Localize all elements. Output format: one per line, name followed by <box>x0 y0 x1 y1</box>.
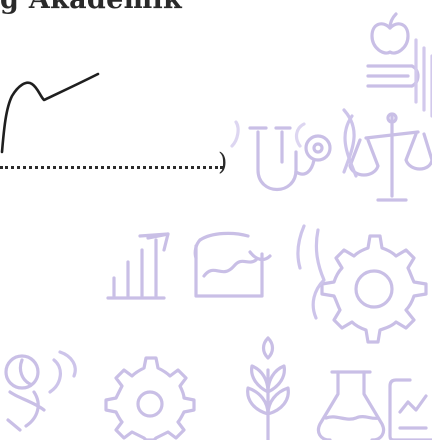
bar-chart-growth-icon <box>106 232 170 300</box>
balance-scale-icon <box>348 112 432 202</box>
gear-partial-icon <box>296 224 326 320</box>
stethoscope-icon <box>248 126 332 192</box>
open-book-icon <box>230 120 306 148</box>
magnifier-plant-icon <box>4 354 46 432</box>
graph-presentation-icon <box>193 231 272 298</box>
leaf-branch-icon <box>246 336 290 440</box>
signature-scribble <box>0 72 100 154</box>
decorative-artwork <box>0 12 432 440</box>
gear-small-icon <box>104 356 196 440</box>
apple-on-books-icon <box>366 12 420 88</box>
academic-card: g Akademik <box>0 0 432 440</box>
closing-parenthesis: ) <box>218 148 228 176</box>
gear-icon <box>320 234 428 344</box>
dotted-fill-line <box>0 166 223 169</box>
document-chart-icon <box>388 378 432 440</box>
flask-icon <box>316 370 386 440</box>
leaf-plant-icon <box>48 350 77 394</box>
